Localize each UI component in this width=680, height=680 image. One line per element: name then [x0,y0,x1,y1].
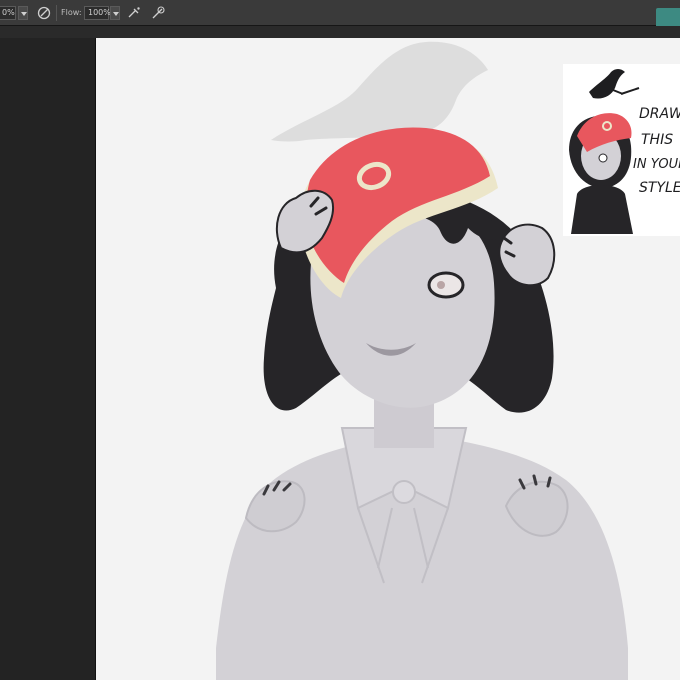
reference-crow-icon [589,69,625,99]
reference-caption-line-4: STYLE [639,180,680,196]
flow-label: Flow: [61,8,82,17]
pressure-opacity-icon[interactable] [36,5,52,21]
options-separator [56,5,57,21]
flow-field[interactable]: 100% [84,6,111,20]
size-field[interactable]: 0% [0,6,16,20]
reference-caption-line-3: IN YOUR [633,157,680,172]
size-dropdown[interactable] [18,6,28,20]
document-tab-area [0,26,680,38]
options-bar: 0% Flow: 100% [0,0,680,26]
reference-image: DRAW THIS IN YOUR STYLE [563,64,680,236]
pressure-size-icon[interactable] [150,5,166,21]
toolbox-panel [0,26,95,680]
workspace-switcher-button[interactable] [656,8,680,28]
reference-caption-line-1: DRAW [639,106,680,122]
flow-dropdown[interactable] [110,6,120,20]
eye-white [427,271,465,299]
reference-caption-line-2: THIS [641,132,673,148]
airbrush-icon[interactable] [126,5,142,21]
crow-sketch [271,41,488,142]
